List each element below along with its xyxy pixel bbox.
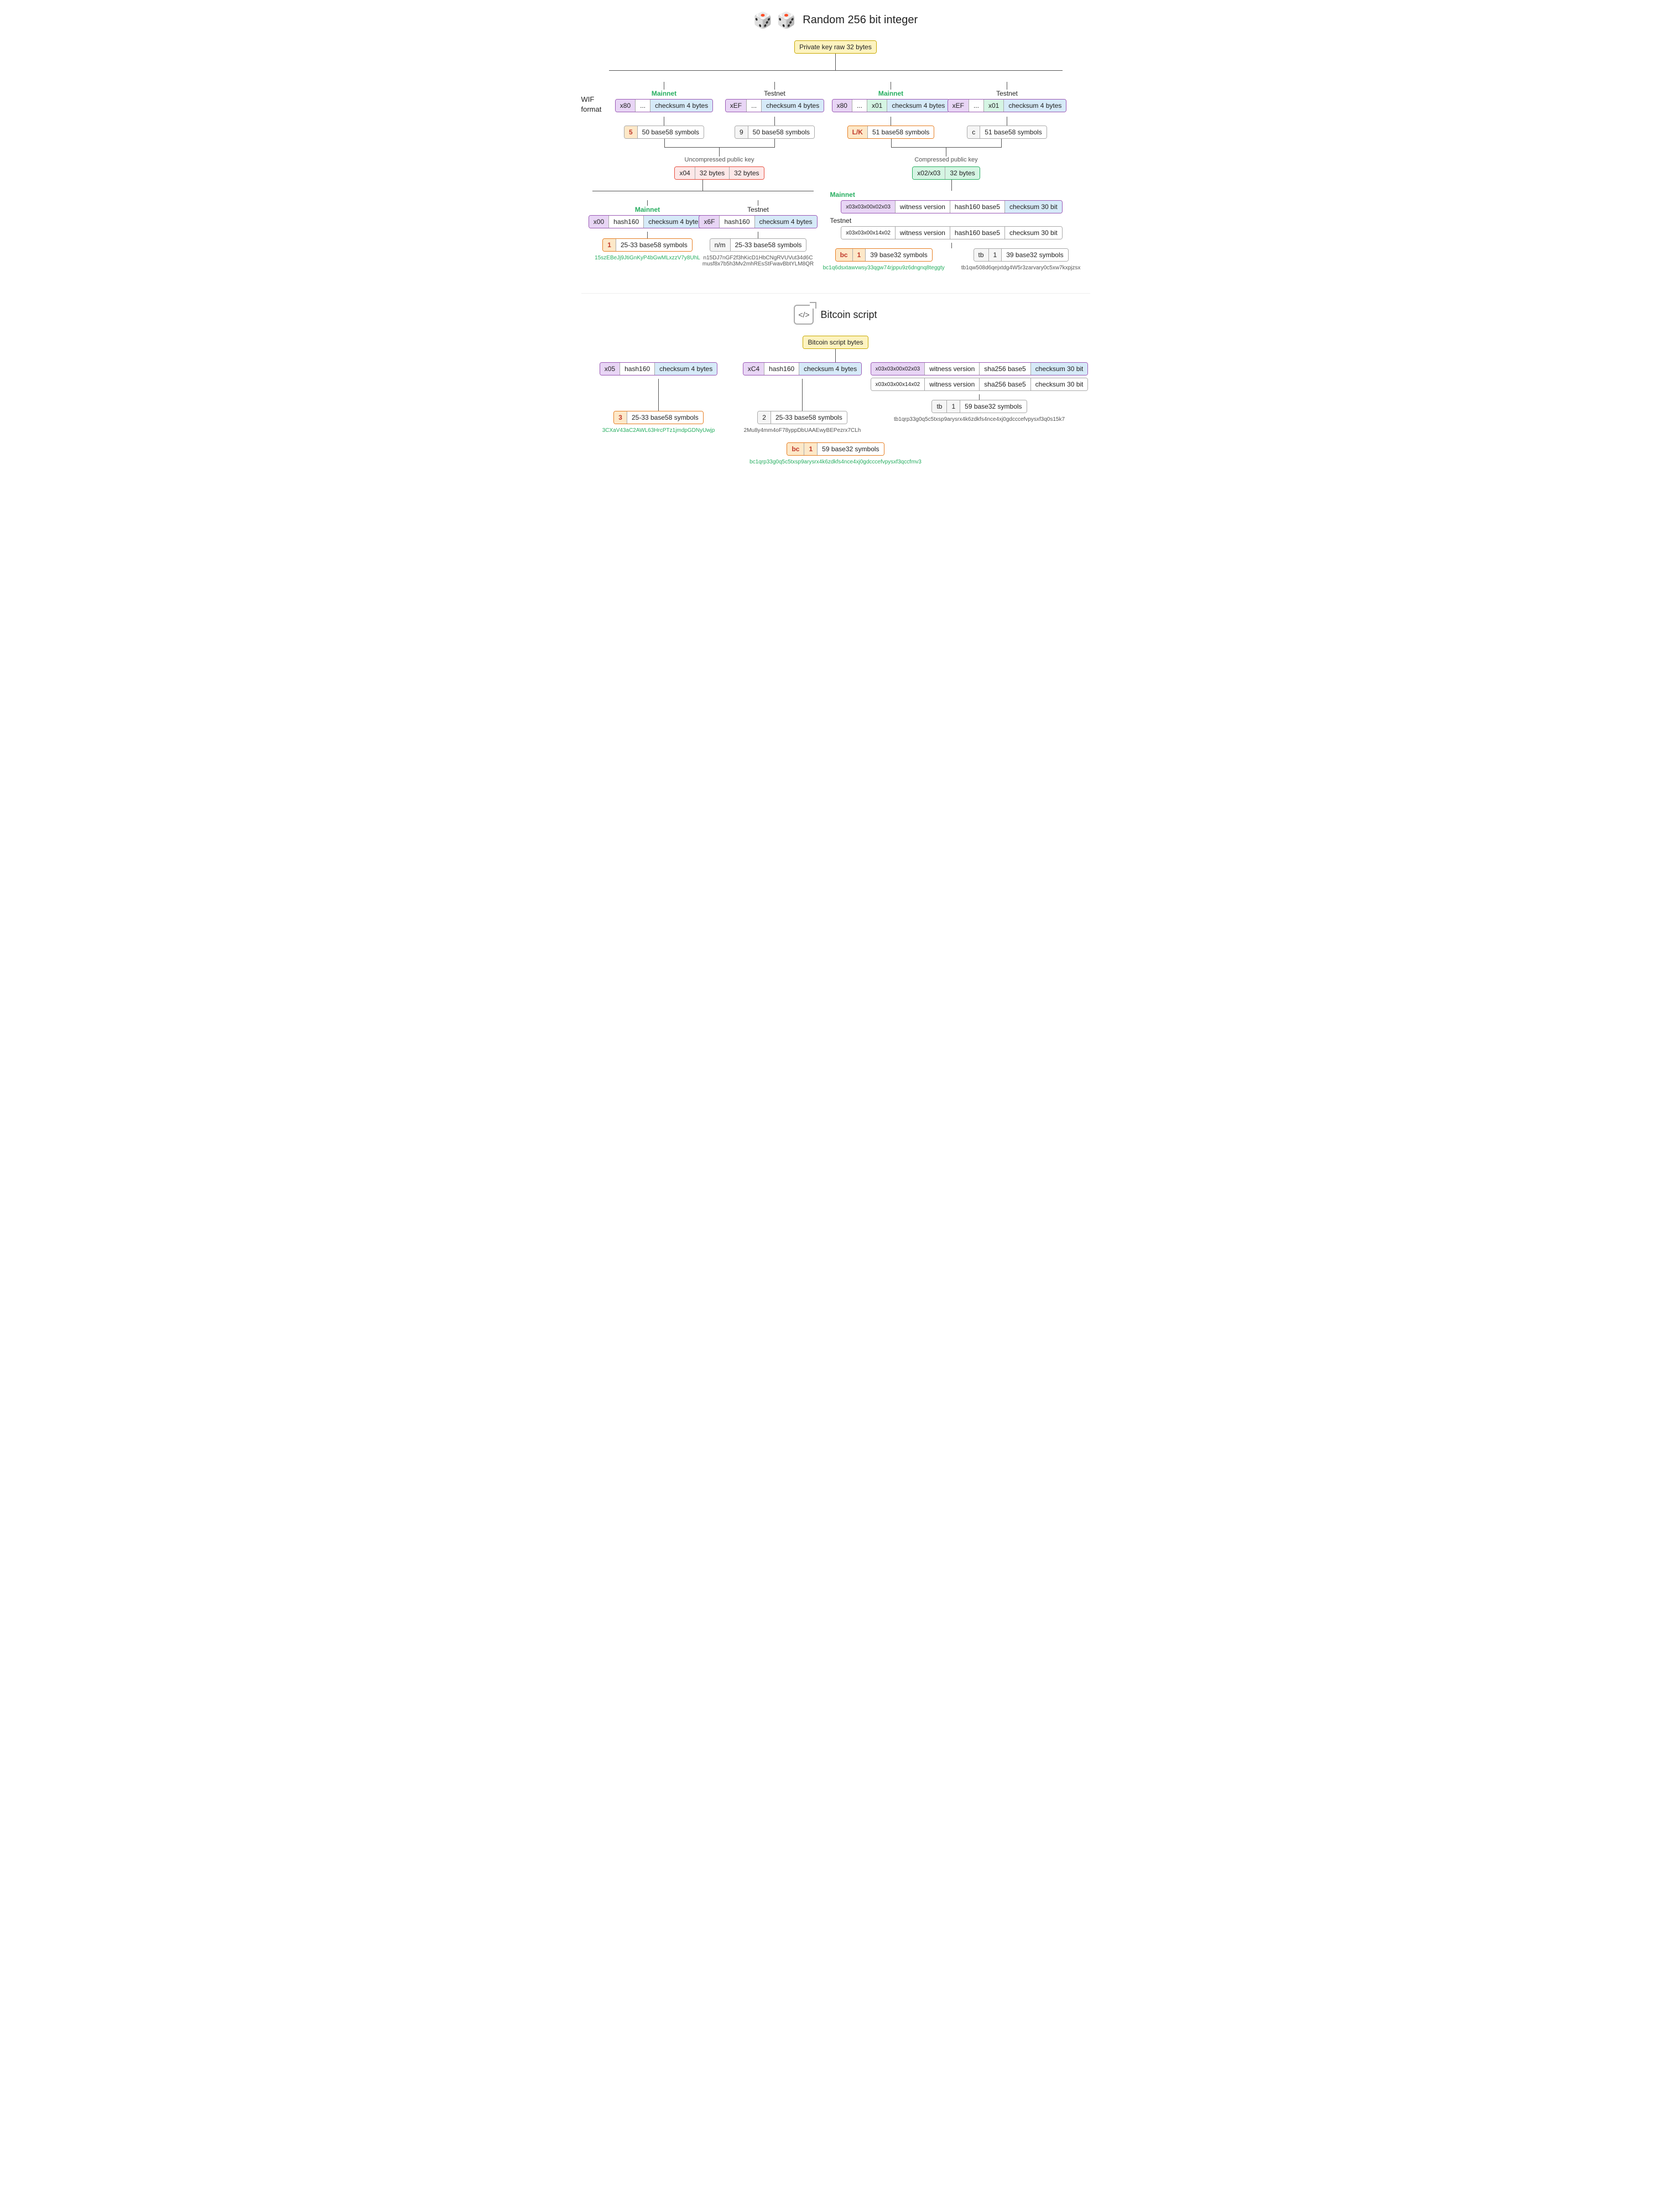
b2-byte1: xEF: [726, 100, 747, 112]
p2sh-testnet-addr: 2Mu8y4mm4oF78yppDbUAAEwyBEPezrx7CLh: [744, 427, 861, 434]
p2wsh-mainnet-addr: bc1qrp33g0q5c5txsp9arysrx4k6zdkfs4nce4xj…: [749, 459, 922, 465]
wif-prefix-3: L/K: [848, 126, 868, 138]
b4-checksum: checksum 4 bytes: [1004, 100, 1066, 112]
b3-dots: ...: [852, 100, 867, 112]
b4-byte1: xEF: [948, 100, 969, 112]
p2wsh-testnet-addr: tb1qrp33g0q5c5txsp9arysrx4k6zdkfs4nce4xj…: [894, 416, 1065, 422]
b2-dots: ...: [747, 100, 762, 112]
header-title: Random 256 bit integer: [803, 14, 918, 27]
comp-32: 32 bytes: [945, 167, 979, 179]
b4-dots: ...: [969, 100, 984, 112]
private-key-label: Private key raw 32 bytes: [795, 41, 876, 53]
bech32-testnet-addr: tb1qw508d6qejxtdg4W5r3zarvary0c5xw7kxpjz…: [961, 265, 1081, 271]
branch-mainnet-compressed: Mainnet x80 ... x01 checksum 4 bytes L/K…: [830, 71, 952, 139]
branch-mainnet-uncompressed: Mainnet x80 ... checksum 4 bytes 5 50 ba…: [609, 71, 720, 139]
wif-desc-4: 51 base58 symbols: [980, 126, 1046, 138]
uncomp-32a: 32 bytes: [695, 167, 730, 179]
p2wsh-testnet: tb 1 59 base32 symbols tb1qrp33g0q5c5txs…: [894, 400, 1065, 422]
b3-byte1: x80: [832, 100, 852, 112]
bech32-mainnet: bc 1 39 base32 symbols bc1q6dsxtawvwsy33…: [823, 248, 945, 271]
testnet-label-1: Testnet: [764, 90, 785, 97]
p2sh-mainnet-addr: 3CXaV43aC2AWL63HrcPTz1jmdpGDNyUwjp: [602, 427, 715, 434]
private-key-node: Private key raw 32 bytes: [581, 40, 1090, 54]
uncomp-32b: 32 bytes: [730, 167, 763, 179]
p2sh-mainnet-col: x05 hash160 checksum 4 bytes 3 25-33 bas…: [592, 362, 725, 434]
p2wsh-mainnet: bc 1 59 base32 symbols bc1qrp33g0q5c5txs…: [749, 442, 922, 465]
wif-prefix-4: c: [967, 126, 980, 138]
uncomp-pubkey-label: Uncompressed public key: [685, 156, 754, 163]
wif-desc-3: 51 base58 symbols: [868, 126, 934, 138]
branch-testnet-uncompressed: Testnet xEF ... checksum 4 bytes 9 50 ba…: [720, 71, 830, 139]
p2sh-testnet-col: xC4 hash160 checksum 4 bytes 2 25-33 bas…: [736, 362, 869, 434]
wif-format-label: WIFformat: [581, 95, 602, 114]
script-section-header: </> Bitcoin script: [581, 305, 1090, 325]
wif-prefix-2: 9: [735, 126, 748, 138]
private-key-box: Private key raw 32 bytes: [794, 40, 877, 54]
wif-desc-1: 50 base58 symbols: [638, 126, 704, 138]
wif-desc-2: 50 base58 symbols: [748, 126, 814, 138]
p2pkh-mainnet-addr: 15szEBeJj9JtiGnKyP4bGwMLxzzV7y8UhL: [595, 255, 700, 261]
testnet-label-2: Testnet: [996, 90, 1018, 97]
b1-dots: ...: [636, 100, 650, 112]
comp-x0203: x02/x03: [913, 167, 945, 179]
b1-byte1: x80: [616, 100, 636, 112]
p2pkh-testnet-addr1: n15DJ7nGF2f3hKicD1HbCNgRVUVut34d6C: [704, 255, 813, 261]
p2pkh-mainnet: Mainnet x00 hash160 checksum 4 bytes 1 2…: [592, 191, 703, 261]
p2pkh-testnet: Testnet x6F hash160 checksum 4 bytes n/m…: [703, 191, 814, 267]
script-title: Bitcoin script: [820, 309, 877, 321]
wif-prefix-1: 5: [624, 126, 638, 138]
b2-checksum: checksum 4 bytes: [762, 100, 824, 112]
p2pkh-testnet-addr2: musf8x7b5h3Mv2mhREsStFwavBbtYLM8QR: [702, 261, 814, 267]
b1-checksum: checksum 4 bytes: [650, 100, 712, 112]
dice-icon: 🎲 🎲: [753, 11, 797, 29]
branch-testnet-compressed: Testnet xEF ... x01 checksum 4 bytes c 5…: [952, 71, 1063, 139]
mainnet-label-1: Mainnet: [652, 90, 676, 97]
bech32-mainnet-addr: bc1q6dsxtawvwsy33qgw74rjppu9z6dngnq8tegg…: [823, 265, 945, 271]
b3-checksum: checksum 4 bytes: [887, 100, 949, 112]
p2wsh-col: x03x03x00x02x03 witness version sha256 b…: [880, 362, 1079, 422]
header: 🎲 🎲 Random 256 bit integer: [581, 11, 1090, 29]
comp-pubkey-label: Compressed public key: [914, 156, 977, 163]
bech32-testnet: tb 1 39 base32 symbols tb1qw508d6qejxtdg…: [961, 248, 1081, 271]
script-bytes-label: Bitcoin script bytes: [803, 336, 867, 348]
b4-x01: x01: [984, 100, 1004, 112]
b3-x01: x01: [867, 100, 887, 112]
mainnet-label-2: Mainnet: [878, 90, 903, 97]
code-icon: </>: [794, 305, 814, 325]
uncomp-x04: x04: [675, 167, 695, 179]
